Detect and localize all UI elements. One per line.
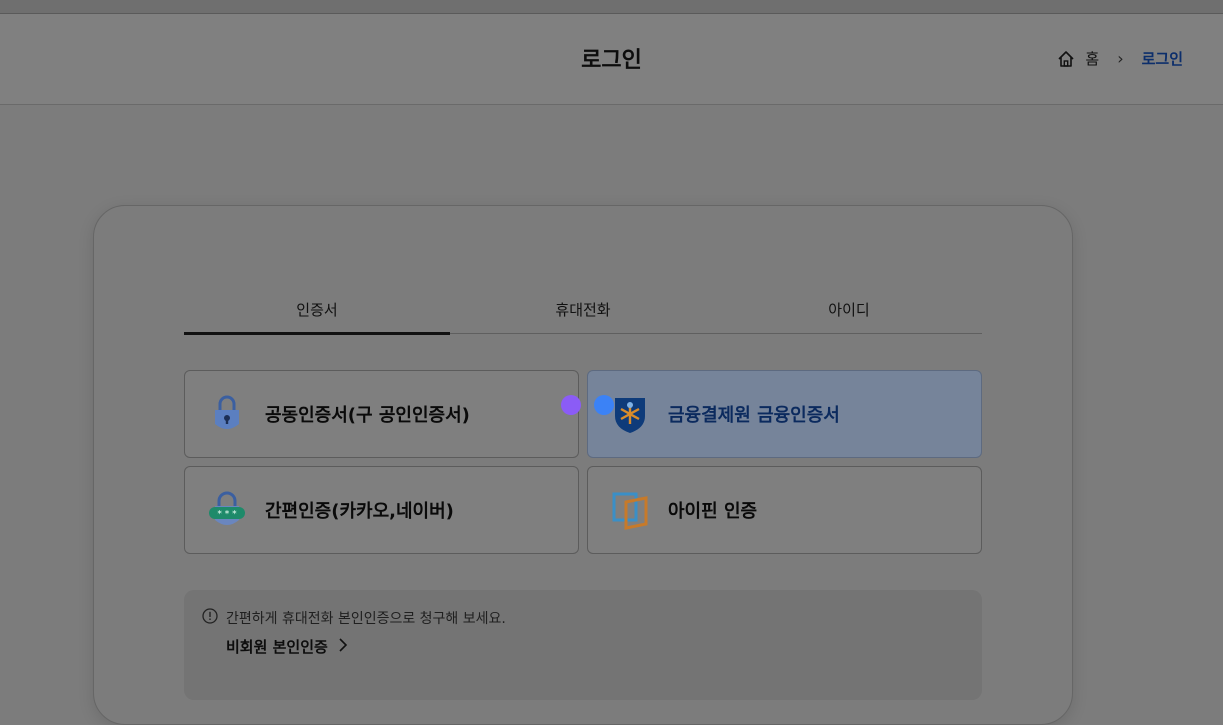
cursor-marker-blue	[594, 395, 614, 415]
option-joint-certificate[interactable]: 공동인증서(구 공인인증서)	[184, 370, 579, 458]
notice-text: 간편하게 휴대전화 본인인증으로 청구해 보세요.	[226, 611, 506, 627]
login-tabs: 인증서 휴대전화 아이디	[184, 298, 982, 335]
non-member-auth-label: 비회원 본인인증	[226, 638, 328, 656]
breadcrumb-current[interactable]: 로그인	[1142, 48, 1183, 69]
login-card: 인증서 휴대전화 아이디 공동인증서(구 공인인증서) 금융결제원 금융인증서 …	[93, 205, 1073, 725]
svg-text:* * *: * * *	[217, 510, 237, 520]
simple-auth-lock-icon: * * *	[207, 490, 247, 530]
option-kftc-certificate[interactable]: 금융결제원 금융인증서	[587, 370, 982, 458]
breadcrumb-home[interactable]: 홈	[1085, 48, 1099, 69]
chevron-right-icon: ›	[1117, 49, 1124, 68]
ipin-icon	[610, 490, 650, 530]
option-simple-auth[interactable]: * * * 간편인증(카카오,네이버)	[184, 466, 579, 554]
option-label: 간편인증(카카오,네이버)	[265, 501, 454, 522]
notice-box: 간편하게 휴대전화 본인인증으로 청구해 보세요. 비회원 본인인증	[184, 590, 982, 700]
kftc-shield-icon	[610, 394, 650, 434]
page-header: 로그인 홈 › 로그인	[0, 14, 1223, 105]
cursor-marker-purple	[561, 395, 581, 415]
breadcrumb: 홈 › 로그인	[1057, 48, 1183, 69]
non-member-auth-link[interactable]: 비회원 본인인증	[226, 636, 348, 657]
tab-mobile[interactable]: 휴대전화	[450, 298, 716, 333]
option-ipin[interactable]: 아이핀 인증	[587, 466, 982, 554]
notice-row: 간편하게 휴대전화 본인인증으로 청구해 보세요.	[202, 608, 506, 628]
chevron-right-icon	[338, 637, 348, 656]
home-icon[interactable]	[1057, 50, 1075, 68]
page-title: 로그인	[581, 48, 642, 73]
option-label: 아이핀 인증	[668, 501, 758, 522]
tab-id[interactable]: 아이디	[716, 298, 982, 333]
option-label: 공동인증서(구 공인인증서)	[265, 405, 470, 426]
lock-icon	[207, 394, 247, 434]
info-icon	[202, 608, 218, 628]
option-label: 금융결제원 금융인증서	[668, 405, 840, 426]
tab-certificate[interactable]: 인증서	[184, 298, 450, 335]
top-bar	[0, 0, 1223, 14]
